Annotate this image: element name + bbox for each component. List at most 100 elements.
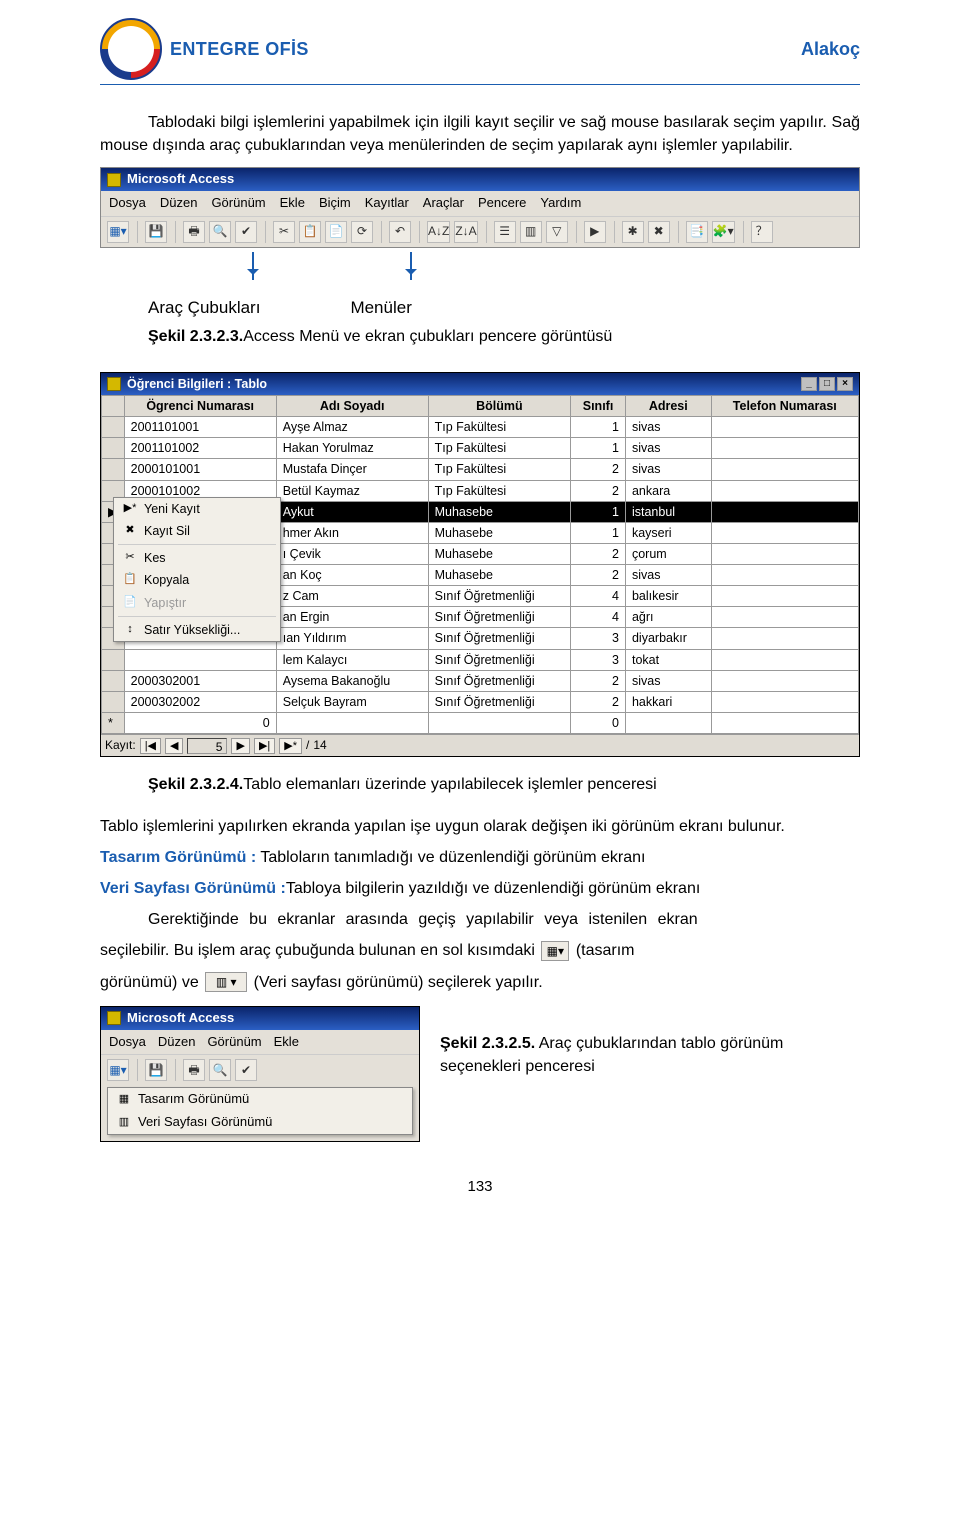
cell[interactable]: Sınıf Öğretmenliği (428, 649, 570, 670)
row-selector[interactable]: * (102, 712, 125, 733)
cell[interactable]: 4 (571, 607, 626, 628)
cell[interactable] (711, 501, 858, 522)
cell[interactable]: Tıp Fakültesi (428, 417, 570, 438)
cell[interactable]: sivas (625, 670, 711, 691)
cell[interactable]: 2000302002 (124, 691, 276, 712)
help-icon[interactable]: ？ (751, 221, 773, 243)
cell[interactable]: 2 (571, 691, 626, 712)
cell[interactable]: 2000302001 (124, 670, 276, 691)
table-row[interactable]: 2000101001Mustafa DinçerTıp Fakültesi2si… (102, 459, 859, 480)
cell[interactable]: 0 (124, 712, 276, 733)
spellcheck-icon[interactable]: ✔ (235, 221, 257, 243)
cell[interactable] (276, 712, 428, 733)
preview-icon[interactable]: 🔍 (209, 221, 231, 243)
cell[interactable]: 3 (571, 628, 626, 649)
menu-yardim[interactable]: Yardım (540, 194, 581, 213)
design-view-toolbar-icon[interactable]: ▦▾ (541, 941, 569, 961)
cell[interactable]: Hakan Yorulmaz (276, 438, 428, 459)
cell[interactable]: tokat (625, 649, 711, 670)
cell[interactable]: balıkesir (625, 586, 711, 607)
datasheet-view-toolbar-icon[interactable]: ▥ ▾ (205, 972, 247, 992)
menu-duzen[interactable]: Düzen (160, 194, 198, 213)
context-menu-item[interactable]: ↕Satır Yüksekliği... (114, 619, 280, 641)
cell[interactable]: 1 (571, 501, 626, 522)
cell[interactable]: 0 (571, 712, 626, 733)
cell[interactable]: istanbul (625, 501, 711, 522)
undo-icon[interactable]: ↶ (389, 221, 411, 243)
cell[interactable] (124, 649, 276, 670)
menu-pencere[interactable]: Pencere (478, 194, 526, 213)
cell[interactable]: Sınıf Öğretmenliği (428, 691, 570, 712)
view-switch-icon[interactable]: ▦▾ (107, 221, 129, 243)
cell[interactable]: Betül Kaymaz (276, 480, 428, 501)
table-row-new[interactable]: *00 (102, 712, 859, 733)
sort-desc-icon[interactable]: Z↓A (454, 221, 477, 243)
nav-new-button[interactable]: ▶* (279, 738, 302, 754)
cell[interactable]: 2 (571, 480, 626, 501)
cell[interactable] (711, 628, 858, 649)
small-menubar[interactable]: Dosya Düzen Görünüm Ekle (101, 1030, 419, 1055)
dropdown-item[interactable]: ▥Veri Sayfası Görünümü (108, 1111, 412, 1134)
format-painter-icon[interactable]: ⟳ (351, 221, 373, 243)
cell[interactable] (711, 607, 858, 628)
col-ogrenci-no[interactable]: Ögrenci Numarası (124, 396, 276, 417)
cell[interactable]: 2 (571, 670, 626, 691)
cell[interactable]: hakkari (625, 691, 711, 712)
save-icon[interactable]: 💾 (145, 221, 167, 243)
nav-next-button[interactable]: ▶ (231, 738, 249, 754)
small-menu-ekle[interactable]: Ekle (274, 1033, 299, 1052)
table-row[interactable]: 2000302001Aysema BakanoğluSınıf Öğretmen… (102, 670, 859, 691)
cell[interactable] (711, 565, 858, 586)
cell[interactable]: 4 (571, 586, 626, 607)
cell[interactable]: 1 (571, 417, 626, 438)
cell[interactable]: an Ergin (276, 607, 428, 628)
cell[interactable] (711, 649, 858, 670)
cell[interactable]: çorum (625, 543, 711, 564)
cell[interactable] (711, 522, 858, 543)
cell[interactable]: hmer Akın (276, 522, 428, 543)
small-view-switch-icon[interactable]: ▦▾ (107, 1059, 129, 1081)
view-dropdown-panel[interactable]: ▦Tasarım Görünümü▥Veri Sayfası Görünümü (107, 1087, 413, 1135)
row-header-corner[interactable] (102, 396, 125, 417)
cell[interactable] (711, 417, 858, 438)
filter-toggle-icon[interactable]: ▽ (546, 221, 568, 243)
col-bolumu[interactable]: Bölümü (428, 396, 570, 417)
cell[interactable]: Muhasebe (428, 565, 570, 586)
cell[interactable]: sivas (625, 565, 711, 586)
col-adi-soyadi[interactable]: Adı Soyadı (276, 396, 428, 417)
cell[interactable] (428, 712, 570, 733)
cell[interactable] (711, 712, 858, 733)
delete-record-icon[interactable]: ✖ (648, 221, 670, 243)
small-menu-dosya[interactable]: Dosya (109, 1033, 146, 1052)
context-menu-item[interactable]: ✂Kes (114, 547, 280, 569)
cell[interactable]: ankara (625, 480, 711, 501)
cell[interactable]: 3 (571, 649, 626, 670)
cell[interactable]: Tıp Fakültesi (428, 438, 570, 459)
cell[interactable] (711, 670, 858, 691)
find-icon[interactable]: ▶ (584, 221, 606, 243)
cell[interactable]: Muhasebe (428, 501, 570, 522)
cell[interactable]: 2 (571, 543, 626, 564)
cell[interactable]: sivas (625, 438, 711, 459)
col-adresi[interactable]: Adresi (625, 396, 711, 417)
cell[interactable]: 2000101001 (124, 459, 276, 480)
nav-last-button[interactable]: ▶| (254, 738, 275, 754)
row-selector[interactable] (102, 459, 125, 480)
cell[interactable]: sivas (625, 417, 711, 438)
nav-first-button[interactable]: |◀ (140, 738, 161, 754)
cell[interactable]: kayseri (625, 522, 711, 543)
nav-prev-button[interactable]: ◀ (165, 738, 183, 754)
cell[interactable]: 2 (571, 565, 626, 586)
row-selector[interactable] (102, 438, 125, 459)
cell[interactable]: Aysema Bakanoğlu (276, 670, 428, 691)
cell[interactable] (711, 459, 858, 480)
cell[interactable]: Aykut (276, 501, 428, 522)
cell[interactable]: 2001101001 (124, 417, 276, 438)
menu-kayitlar[interactable]: Kayıtlar (365, 194, 409, 213)
table-row[interactable]: 2001101001Ayşe AlmazTıp Fakültesi1sivas (102, 417, 859, 438)
menu-bicim[interactable]: Biçim (319, 194, 351, 213)
small-menu-gorunum[interactable]: Görünüm (207, 1033, 261, 1052)
access-menubar[interactable]: Dosya Düzen Görünüm Ekle Biçim Kayıtlar … (101, 191, 859, 216)
context-menu-item[interactable]: ▶*Yeni Kayıt (114, 498, 280, 520)
cell[interactable]: sivas (625, 459, 711, 480)
